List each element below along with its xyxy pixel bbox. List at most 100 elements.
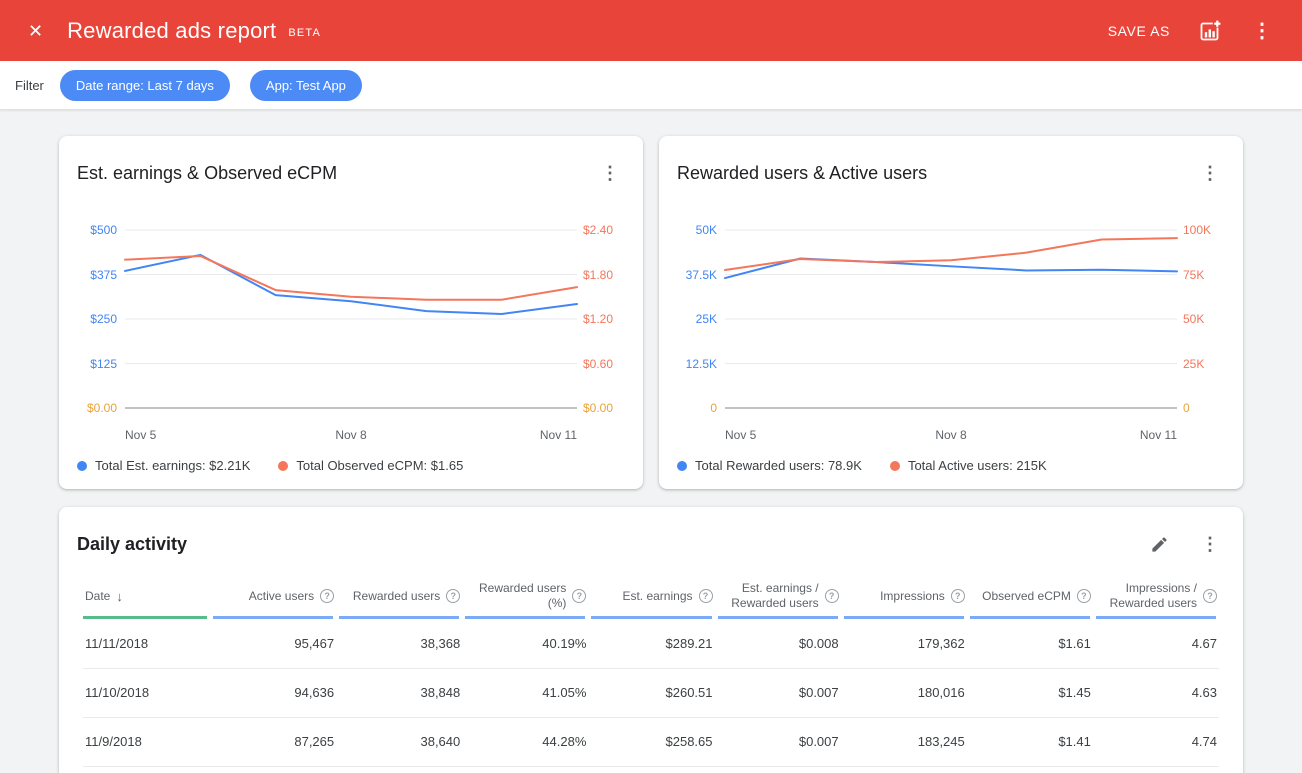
- column-header-est-earnings[interactable]: Est. earnings?: [588, 573, 714, 619]
- column-header-rewarded-users[interactable]: Rewarded users?: [336, 573, 462, 619]
- column-label: Observed eCPM: [982, 589, 1071, 604]
- legend-dot: [278, 461, 288, 471]
- legend-dot: [77, 461, 87, 471]
- column-header-observed-ecpm[interactable]: Observed eCPM?: [967, 573, 1093, 619]
- axis-tick-label: $1.20: [583, 312, 633, 326]
- save-as-button[interactable]: SAVE AS: [1108, 23, 1170, 39]
- value-cell: 180,016: [841, 668, 967, 717]
- chart-legend: Total Rewarded users: 78.9K Total Active …: [659, 444, 1243, 473]
- date-cell: 11/9/2018: [83, 717, 210, 766]
- x-axis-label: Nov 5: [725, 428, 756, 442]
- value-cell: $1.61: [967, 619, 1093, 668]
- card-header: Rewarded users & Active users ⋮: [659, 136, 1243, 198]
- help-icon[interactable]: ?: [446, 589, 460, 603]
- column-header-impressions-rewarded-users[interactable]: Impressions /Rewarded users?: [1093, 573, 1219, 619]
- filter-chip-0[interactable]: Date range: Last 7 days: [60, 70, 230, 101]
- value-cell: 4.67: [1093, 619, 1219, 668]
- help-icon[interactable]: ?: [1203, 589, 1217, 603]
- date-cell: 11/10/2018: [83, 668, 210, 717]
- daily-activity-card: Daily activity ⋮ Date↓Active users?Rewar…: [59, 507, 1243, 773]
- legend-label: Total Active users: 215K: [908, 458, 1047, 473]
- sort-desc-icon[interactable]: ↓: [116, 589, 123, 604]
- daily-activity-title: Daily activity: [77, 534, 187, 555]
- help-icon[interactable]: ?: [1077, 589, 1091, 603]
- add-report-icon[interactable]: [1194, 15, 1226, 47]
- table-kebab-menu-icon[interactable]: ⋮: [1195, 532, 1225, 557]
- chart-title: Rewarded users & Active users: [677, 163, 927, 184]
- axis-tick-label: $125: [69, 357, 117, 371]
- add-report-glyph: [1198, 19, 1222, 43]
- column-label: Est. earnings /Rewarded users: [731, 581, 818, 611]
- app-header: ✕ Rewarded ads report BETA SAVE AS ⋮: [0, 0, 1302, 61]
- filter-label: Filter: [15, 78, 44, 93]
- chart-plot-area: [125, 230, 577, 408]
- axis-tick-label: 0: [1183, 401, 1233, 415]
- chart-kebab-menu-icon[interactable]: ⋮: [1195, 161, 1225, 186]
- legend-label: Total Rewarded users: 78.9K: [695, 458, 862, 473]
- value-cell: 87,265: [210, 717, 336, 766]
- earnings-ecpm-card: Est. earnings & Observed eCPM ⋮ $500$375…: [59, 136, 643, 489]
- legend-item: Total Rewarded users: 78.9K: [677, 458, 862, 473]
- value-cell: 38,848: [336, 668, 462, 717]
- column-label: Impressions: [880, 589, 945, 604]
- table-row: 11/9/201887,26538,64044.28%$258.65$0.007…: [83, 717, 1219, 766]
- table-row: 11/10/201894,63638,84841.05%$260.51$0.00…: [83, 668, 1219, 717]
- edit-pencil-icon[interactable]: [1146, 531, 1173, 558]
- axis-tick-label: $375: [69, 268, 117, 282]
- axis-tick-label: $0.00: [69, 401, 117, 415]
- table-row: 11/11/201895,46738,36840.19%$289.21$0.00…: [83, 619, 1219, 668]
- help-icon[interactable]: ?: [572, 589, 586, 603]
- axis-tick-label: $500: [69, 223, 117, 237]
- column-header-rewarded-users[interactable]: Rewarded users(%)?: [462, 573, 588, 619]
- column-header-active-users[interactable]: Active users?: [210, 573, 336, 619]
- value-cell: 95,467: [210, 619, 336, 668]
- value-cell: $0.007: [715, 668, 841, 717]
- filter-chips: Date range: Last 7 days App: Test App: [60, 70, 382, 101]
- column-header-impressions[interactable]: Impressions?: [841, 573, 967, 619]
- chart-plot-area: [725, 230, 1177, 408]
- chart-kebab-menu-icon[interactable]: ⋮: [595, 161, 625, 186]
- x-axis-label: Nov 8: [935, 428, 966, 442]
- value-cell: 179,362: [841, 619, 967, 668]
- column-label: Rewarded users: [353, 589, 440, 604]
- table-actions: ⋮: [1146, 531, 1225, 558]
- help-icon[interactable]: ?: [320, 589, 334, 603]
- value-cell: 44.28%: [462, 717, 588, 766]
- value-cell: 4.63: [1093, 668, 1219, 717]
- column-header-est-earnings-rewarded-users[interactable]: Est. earnings /Rewarded users?: [715, 573, 841, 619]
- date-cell: 11/11/2018: [83, 619, 210, 668]
- legend-item: Total Est. earnings: $2.21K: [77, 458, 250, 473]
- help-icon[interactable]: ?: [951, 589, 965, 603]
- value-cell: 183,245: [841, 717, 967, 766]
- help-icon[interactable]: ?: [825, 589, 839, 603]
- filter-bar: Filter Date range: Last 7 days App: Test …: [0, 61, 1302, 110]
- charts-row: Est. earnings & Observed eCPM ⋮ $500$375…: [59, 136, 1243, 489]
- column-label: Rewarded users(%): [479, 581, 566, 611]
- value-cell: $289.21: [588, 619, 714, 668]
- kebab-menu-icon[interactable]: ⋮: [1248, 17, 1276, 45]
- x-axis-label: Nov 11: [1140, 428, 1177, 442]
- close-icon[interactable]: ✕: [24, 18, 47, 44]
- axis-tick-label: 25K: [669, 312, 717, 326]
- beta-badge: BETA: [288, 27, 321, 39]
- legend-dot: [677, 461, 687, 471]
- axis-tick-label: $2.40: [583, 223, 633, 237]
- value-cell: 4.74: [1093, 717, 1219, 766]
- value-cell: $0.008: [715, 619, 841, 668]
- right-axis-labels: 100K75K50K25K0: [1183, 230, 1233, 408]
- card-header: Daily activity ⋮: [59, 507, 1243, 569]
- x-axis-label: Nov 8: [335, 428, 366, 442]
- right-axis-labels: $2.40$1.80$1.20$0.60$0.00: [583, 230, 633, 408]
- help-icon[interactable]: ?: [699, 589, 713, 603]
- legend-item: Total Observed eCPM: $1.65: [278, 458, 463, 473]
- report-content: Est. earnings & Observed eCPM ⋮ $500$375…: [0, 110, 1302, 773]
- pencil-glyph: [1150, 535, 1169, 554]
- page-title: Rewarded ads report: [67, 18, 276, 44]
- filter-chip-1[interactable]: App: Test App: [250, 70, 362, 101]
- column-header-date[interactable]: Date ↓: [83, 573, 210, 619]
- column-label: Date: [85, 589, 110, 604]
- table-row-partial: [83, 766, 1219, 773]
- legend-label: Total Est. earnings: $2.21K: [95, 458, 250, 473]
- value-cell: $1.41: [967, 717, 1093, 766]
- x-axis-labels: Nov 5 Nov 8 Nov 11: [725, 428, 1177, 444]
